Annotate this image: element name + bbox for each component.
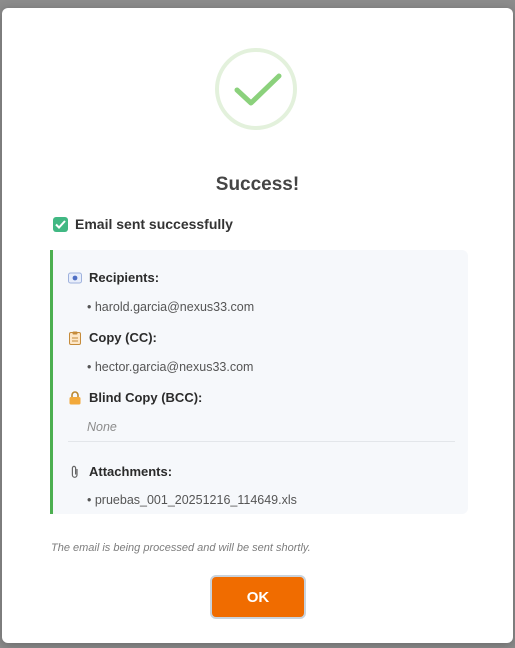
dialog-title: Success! [215, 174, 300, 195]
section-divider [68, 441, 455, 442]
email-details-panel: Recipients: • harold.garcia@nexus33.com … [50, 250, 468, 514]
status-text: Email sent successfully [75, 216, 233, 232]
attachment-item: • pruebas_001_20251216_114649.xls [87, 493, 297, 507]
clipboard-icon [68, 331, 82, 345]
recipient-item: • harold.garcia@nexus33.com [87, 300, 255, 314]
attachments-label: Attachments: [89, 464, 173, 479]
paperclip-icon [68, 465, 82, 479]
status-line: Email sent successfully [53, 215, 233, 233]
recipients-label: Recipients: [89, 270, 160, 285]
recipients-icon [68, 271, 82, 285]
bcc-header: Blind Copy (BCC): [68, 390, 202, 405]
success-dialog: Success! Email sent successfully Recipie… [2, 8, 513, 643]
cc-label: Copy (CC): [89, 330, 157, 345]
cc-item: • hector.garcia@nexus33.com [87, 360, 254, 374]
recipients-header: Recipients: [68, 270, 159, 285]
cc-header: Copy (CC): [68, 330, 157, 345]
processing-note: The email is being processed and will be… [51, 542, 311, 554]
lock-icon [68, 390, 82, 405]
success-check-icon [215, 48, 297, 130]
bcc-label: Blind Copy (BCC): [89, 390, 203, 405]
ok-button[interactable]: OK [210, 575, 306, 619]
attachments-header: Attachments: [68, 464, 172, 479]
bcc-empty: None [87, 420, 117, 434]
check-box-icon [53, 216, 68, 232]
